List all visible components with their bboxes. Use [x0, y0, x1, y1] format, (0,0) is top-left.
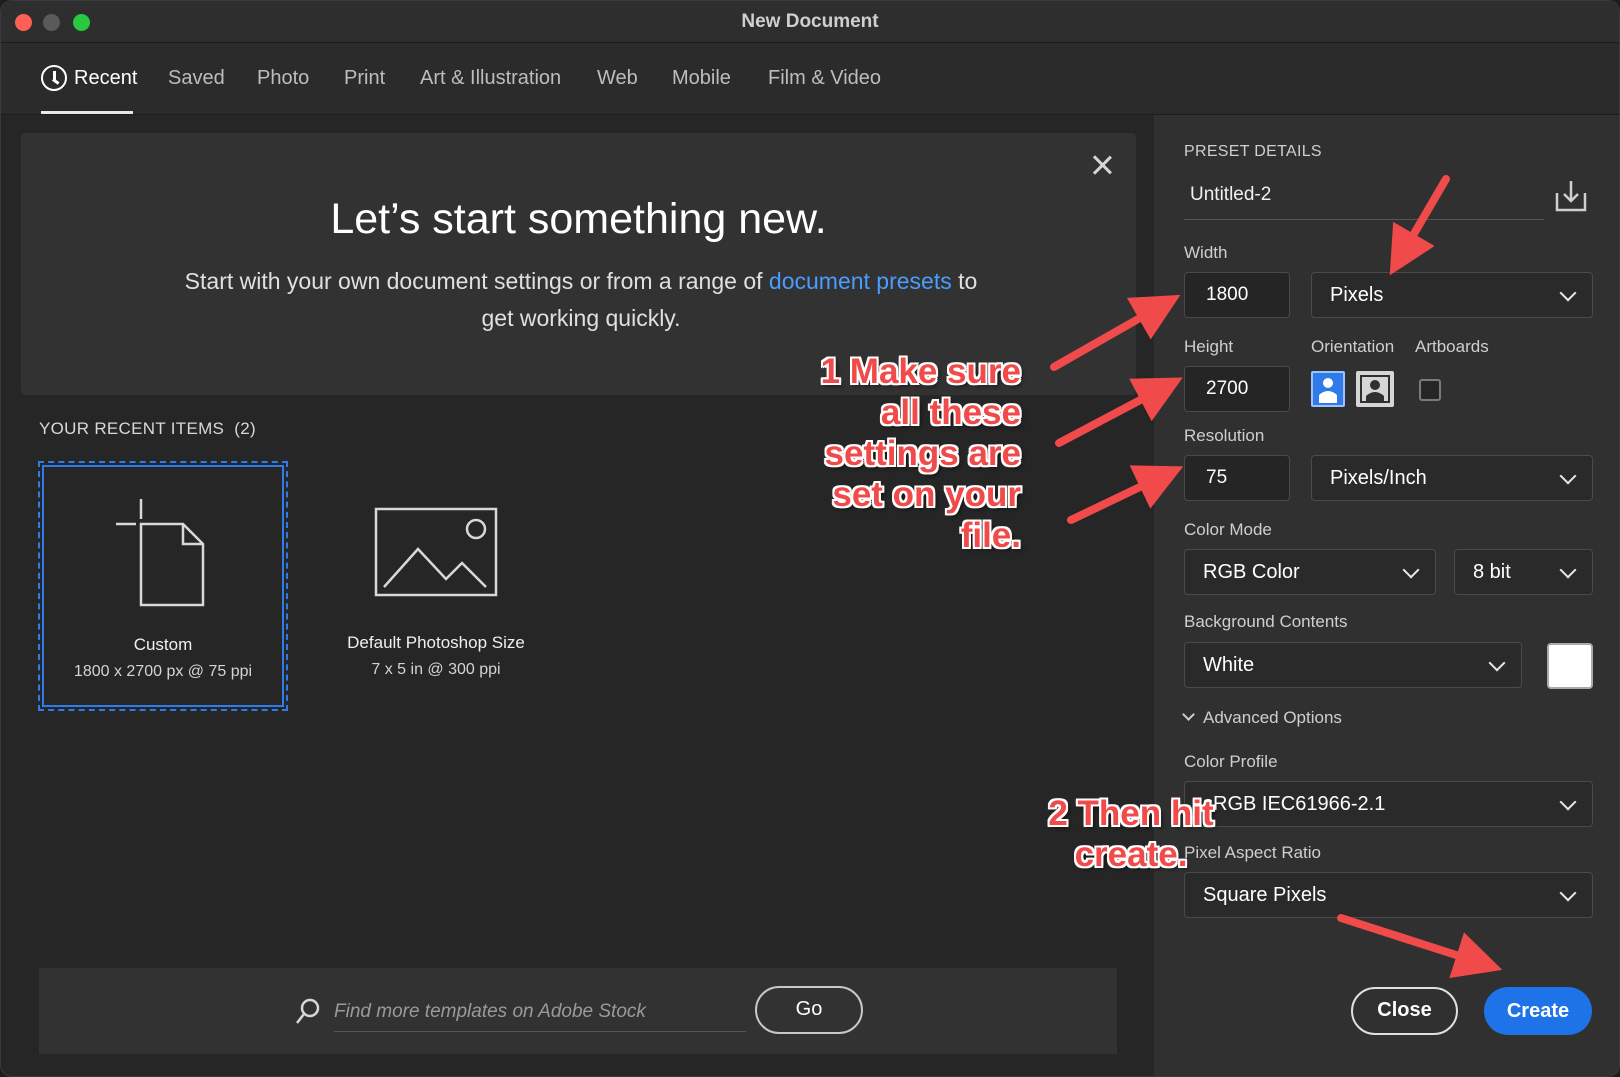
preset-details-heading: PRESET DETAILS — [1184, 143, 1322, 160]
chevron-down-icon — [1402, 561, 1420, 579]
image-icon — [374, 507, 498, 597]
document-presets-link[interactable]: document presets — [769, 268, 952, 294]
background-color-swatch[interactable] — [1547, 643, 1593, 689]
save-preset-icon[interactable] — [1554, 179, 1588, 213]
chevron-down-icon — [1559, 561, 1577, 579]
active-tab-indicator — [41, 111, 133, 114]
new-document-dialog: New Document Recent Saved Photo Print Ar… — [0, 0, 1620, 1077]
recent-item-name: Default Photoshop Size — [347, 633, 525, 652]
banner-title: Let’s start something new. — [330, 195, 827, 243]
resolution-label: Resolution — [1184, 426, 1265, 445]
recent-items-heading: YOUR RECENT ITEMS (2) — [39, 419, 256, 439]
person-icon — [1360, 375, 1390, 403]
arrow-to-resolution — [1067, 465, 1184, 524]
chevron-down-icon — [1559, 467, 1577, 485]
preset-category-tabs: Recent Saved Photo Print Art & Illustrat… — [1, 43, 1619, 115]
width-label: Width — [1184, 243, 1228, 262]
create-button[interactable]: Create — [1484, 987, 1592, 1035]
chevron-down-icon — [1559, 884, 1577, 902]
bit-depth-value: 8 bit — [1473, 561, 1511, 583]
go-button[interactable]: Go — [755, 986, 863, 1034]
color-profile-label: Color Profile — [1184, 752, 1278, 771]
chevron-down-icon — [1488, 654, 1506, 672]
background-contents-value: White — [1203, 654, 1255, 676]
chevron-down-icon — [1559, 793, 1577, 811]
artboards-label: Artboards — [1415, 337, 1489, 356]
person-icon — [1319, 378, 1337, 403]
document-name-field[interactable]: Untitled-2 — [1184, 178, 1544, 220]
advanced-options-label: Advanced Options — [1203, 708, 1342, 727]
background-contents-label: Background Contents — [1184, 612, 1348, 631]
color-mode-label: Color Mode — [1184, 520, 1272, 539]
recent-items-count: (2) — [234, 419, 256, 438]
recent-item-custom[interactable]: Custom 1800 x 2700 px @ 75 ppi — [38, 461, 288, 711]
chevron-down-icon — [1559, 284, 1577, 302]
bit-depth-dropdown[interactable]: 8 bit — [1454, 549, 1593, 595]
title-bar: New Document — [1, 1, 1619, 43]
stock-search-bar: Go — [39, 968, 1117, 1054]
recent-items-title: YOUR RECENT ITEMS — [39, 419, 225, 438]
advanced-options-toggle[interactable]: Advanced Options — [1182, 708, 1342, 728]
orientation-label: Orientation — [1311, 337, 1395, 356]
resolution-input[interactable]: 75 — [1184, 455, 1290, 501]
background-contents-dropdown[interactable]: White — [1184, 642, 1522, 688]
annotation-step-2: 2 Then hit create. — [1048, 794, 1214, 874]
chevron-down-icon — [1182, 708, 1195, 721]
recent-item-name: Custom — [133, 635, 193, 654]
new-document-icon — [116, 499, 205, 607]
pixel-aspect-ratio-value: Square Pixels — [1203, 884, 1327, 906]
landscape-orientation-button[interactable] — [1356, 371, 1394, 407]
tab-film-video[interactable]: Film & Video — [768, 67, 881, 90]
color-mode-dropdown[interactable]: RGB Color — [1184, 549, 1436, 595]
pixel-aspect-ratio-dropdown[interactable]: Square Pixels — [1184, 872, 1593, 918]
recent-item-meta: 7 x 5 in @ 300 ppi — [371, 661, 501, 678]
recent-item-default-photoshop-size[interactable]: Default Photoshop Size 7 x 5 in @ 300 pp… — [311, 461, 561, 711]
tab-mobile[interactable]: Mobile — [672, 67, 731, 90]
banner-subtitle: Start with your own document settings or… — [181, 263, 981, 337]
tab-photo[interactable]: Photo — [257, 67, 309, 90]
close-icon[interactable] — [1088, 151, 1116, 179]
search-icon — [296, 998, 320, 1024]
annotation-step-1: 1 Make sure all these settings are set o… — [820, 352, 1021, 555]
preset-details-panel: PRESET DETAILS Untitled-2 Width 1800 Pix… — [1154, 115, 1619, 1076]
artboards-checkbox[interactable] — [1419, 379, 1441, 401]
height-label: Height — [1184, 337, 1234, 356]
close-button[interactable]: Close — [1351, 987, 1458, 1035]
tab-art-illustration[interactable]: Art & Illustration — [420, 67, 561, 90]
color-mode-value: RGB Color — [1203, 561, 1300, 583]
clock-icon — [41, 65, 67, 91]
stock-search-input[interactable] — [334, 992, 746, 1032]
window-title: New Document — [741, 11, 879, 32]
width-unit-dropdown[interactable]: Pixels — [1311, 272, 1593, 318]
resolution-unit-value: Pixels/Inch — [1330, 467, 1427, 489]
width-unit-value: Pixels — [1330, 284, 1384, 306]
tab-saved[interactable]: Saved — [168, 67, 225, 90]
resolution-unit-dropdown[interactable]: Pixels/Inch — [1311, 455, 1593, 501]
height-input[interactable]: 2700 — [1184, 366, 1290, 412]
tab-print[interactable]: Print — [344, 67, 385, 90]
color-profile-dropdown[interactable]: sRGB IEC61966-2.1 — [1184, 781, 1593, 827]
arrow-to-height — [1055, 377, 1183, 447]
tab-recent[interactable]: Recent — [74, 67, 137, 90]
portrait-orientation-button[interactable] — [1311, 371, 1345, 407]
banner-subtitle-text: Start with your own document settings or… — [184, 268, 769, 294]
tab-web[interactable]: Web — [597, 67, 638, 90]
width-input[interactable]: 1800 — [1184, 272, 1290, 318]
recent-item-meta: 1800 x 2700 px @ 75 ppi — [73, 663, 253, 680]
